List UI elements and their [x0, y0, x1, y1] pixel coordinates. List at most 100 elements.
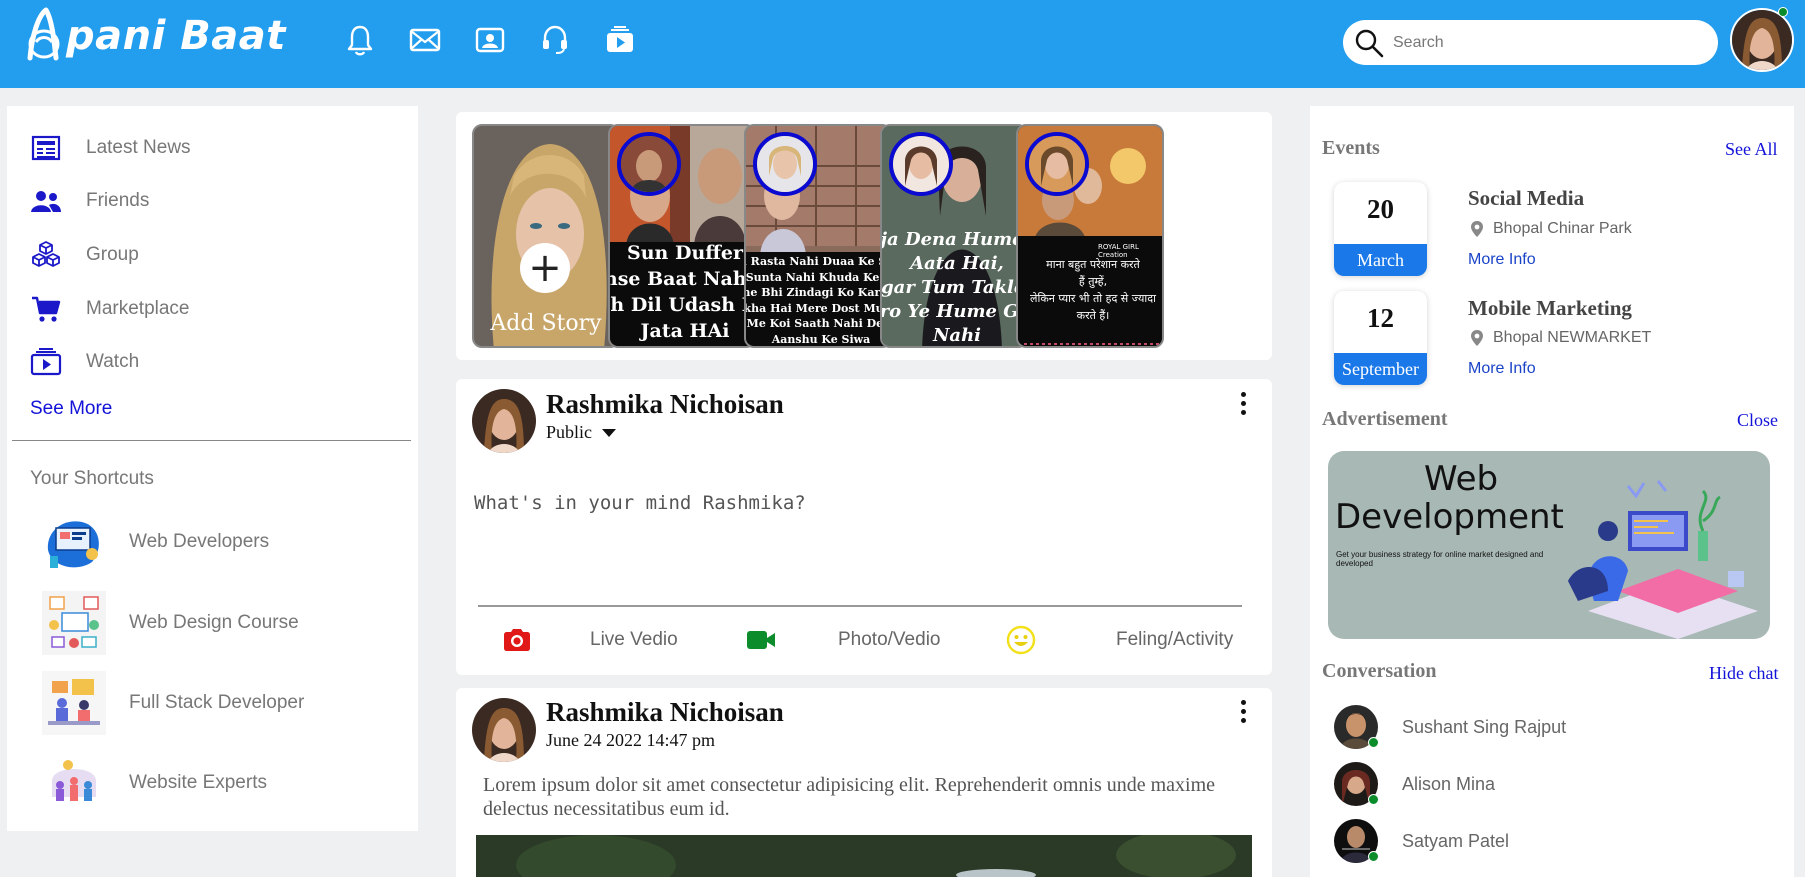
cart-icon [29, 292, 63, 326]
story-caption: aja Dena Hume B Aata Hai, agar Tum Takle… [880, 228, 1026, 346]
ad-headline-1: Web [1424, 459, 1499, 499]
search-box[interactable] [1343, 20, 1718, 65]
mail-icon[interactable] [405, 20, 445, 60]
friends-icon [29, 184, 63, 218]
shortcut-label: Full Stack Developer [129, 692, 305, 713]
shortcut-web-developers[interactable]: Web Developers [42, 510, 269, 574]
composer-input[interactable] [474, 492, 1254, 582]
caption-line: anse Baat Nahi H [610, 268, 754, 290]
event-more-info-link[interactable]: More Info [1468, 251, 1536, 269]
story-card[interactable]: Sun Duffer anse Baat Nahi H oh Dil Udash… [608, 124, 756, 348]
ad-headline-2: Development [1335, 497, 1564, 537]
sidebar-item-label: Group [86, 244, 139, 265]
sidebar-item-watch[interactable]: Watch [29, 344, 139, 380]
sidebar-item-label: Friends [86, 190, 150, 211]
contact-name: Sushant Sing Rajput [1402, 716, 1567, 737]
contact-avatar [1334, 705, 1379, 749]
action-label: Feling/Activity [1116, 629, 1234, 650]
caption-line: agar Tum Takleef [881, 277, 1026, 298]
search-input[interactable] [1393, 33, 1693, 52]
more-options-icon[interactable] [1236, 700, 1250, 730]
close-ad-link[interactable]: Close [1737, 410, 1778, 431]
story-card[interactable]: aja Dena Hume B Aata Hai, agar Tum Takle… [880, 124, 1028, 348]
privacy-label: Public [546, 422, 593, 442]
shortcut-thumbnail [42, 591, 106, 655]
events-title: Events [1322, 137, 1380, 159]
feeling-activity-button[interactable]: Feling/Activity [1006, 625, 1233, 655]
contact-card-icon[interactable] [470, 20, 510, 60]
sidebar-item-group[interactable]: Group [29, 237, 139, 273]
caption-line: माना बहुत परेशान करते [1046, 258, 1140, 271]
photo-video-button[interactable]: Photo/Vedio [746, 625, 940, 655]
ad-illustration [1568, 480, 1758, 639]
composer-avatar [472, 389, 536, 453]
feed-post: Rashmika Nichoisan June 24 2022 14:47 pm… [456, 688, 1272, 877]
online-status-dot [1778, 7, 1788, 17]
sidebar-item-latest-news[interactable]: Latest News [29, 130, 191, 166]
hide-chat-link[interactable]: Hide chat [1709, 663, 1778, 684]
cubes-icon [29, 238, 63, 272]
bell-icon[interactable] [340, 20, 380, 60]
post-user-name[interactable]: Rashmika Nichoisan [546, 697, 784, 728]
chat-contact[interactable]: Alison Mina [1334, 762, 1495, 806]
caption-line: aja Dena Hume B [880, 229, 1026, 250]
caption-line: Aanshu Ke Siwa [771, 332, 871, 346]
add-story-label: Add Story [490, 311, 602, 336]
caption-line: Nahi [932, 325, 982, 346]
sidebar-item-friends[interactable]: Friends [29, 183, 149, 219]
contact-name: Alison Mina [1402, 773, 1496, 794]
add-story-card[interactable]: + Add Story [472, 124, 620, 348]
contact-avatar [1334, 762, 1379, 806]
post-composer: Rashmika Nichoisan Public Live Vedio Pho… [456, 379, 1272, 675]
event-place-label: Bhopal Chinar Park [1493, 220, 1632, 237]
smiley-icon [1006, 625, 1036, 655]
ad-body-text: Get your business strategy for online ma… [1336, 550, 1544, 568]
left-sidebar: Latest News Friends Group Marketplace Wa… [7, 106, 418, 831]
shortcut-label: Website Experts [129, 772, 267, 793]
advertisement-banner[interactable]: Web Development Get your business strate… [1328, 451, 1770, 639]
sidebar-item-marketplace[interactable]: Marketplace [29, 291, 190, 327]
event-day: 12 [1367, 303, 1394, 333]
caption-line: Jata HAi [640, 320, 730, 342]
see-more-link[interactable]: See More [30, 398, 112, 420]
chat-contact[interactable]: Sushant Sing Rajput [1334, 705, 1566, 749]
sidebar-item-label: Watch [86, 351, 140, 372]
top-header: pani Baat [0, 0, 1805, 88]
shortcut-web-design-course[interactable]: Web Design Course [42, 591, 299, 655]
more-options-icon[interactable] [1236, 392, 1250, 422]
privacy-selector[interactable]: Public [546, 422, 618, 443]
caption-line: bi Sunta Nahi Khuda Ke Siwa [745, 270, 890, 284]
video-play-icon[interactable] [600, 20, 640, 60]
event-place: Bhopal NEWMARKET [1470, 329, 1651, 347]
caption-line: Me Koi Saath Nahi Deta [746, 317, 892, 330]
event-month: March [1334, 244, 1427, 276]
add-story-plus-icon[interactable]: + [520, 243, 570, 293]
shortcut-label: Web Developers [129, 531, 270, 552]
stories-panel: + Add Story Sun Duffer anse Baat Nahi H … [456, 112, 1272, 360]
action-label: Live Vedio [590, 629, 678, 650]
right-sidebar: Events See All 20 March Social Media Bho… [1310, 106, 1794, 877]
headset-icon[interactable] [535, 20, 575, 60]
caret-down-icon [602, 428, 617, 437]
live-video-button[interactable]: Live Vedio [502, 625, 678, 655]
event-more-info-link[interactable]: More Info [1468, 360, 1536, 378]
shortcut-full-stack-developer[interactable]: Full Stack Developer [42, 671, 304, 735]
user-avatar[interactable] [1730, 8, 1794, 72]
post-avatar[interactable] [472, 698, 536, 762]
app-logo[interactable]: pani Baat [24, 4, 286, 68]
story-card[interactable]: ROYAL GIRL Creation माना बहुत परेशान करत… [1016, 124, 1164, 348]
shortcuts-title: Your Shortcuts [30, 468, 154, 489]
sidebar-item-label: Marketplace [86, 298, 190, 319]
shortcut-website-experts[interactable]: Website Experts [42, 751, 267, 815]
see-all-link[interactable]: See All [1725, 139, 1778, 160]
event-month: September [1334, 353, 1427, 385]
sidebar-item-label: Latest News [86, 137, 191, 158]
conversation-title: Conversation [1322, 660, 1437, 682]
chat-contact[interactable]: Satyam Patel [1334, 819, 1509, 863]
caption-line: ero Ye Hume Gaw [880, 301, 1026, 322]
post-image[interactable] [476, 835, 1252, 877]
header-nav [340, 20, 665, 60]
story-card[interactable]: bi Rasta Nahi Duaa Ke Siwa bi Sunta Nahi… [744, 124, 892, 348]
post-text: Lorem ipsum dolor sit amet consectetur a… [483, 774, 1216, 820]
action-label: Photo/Vedio [838, 629, 941, 650]
